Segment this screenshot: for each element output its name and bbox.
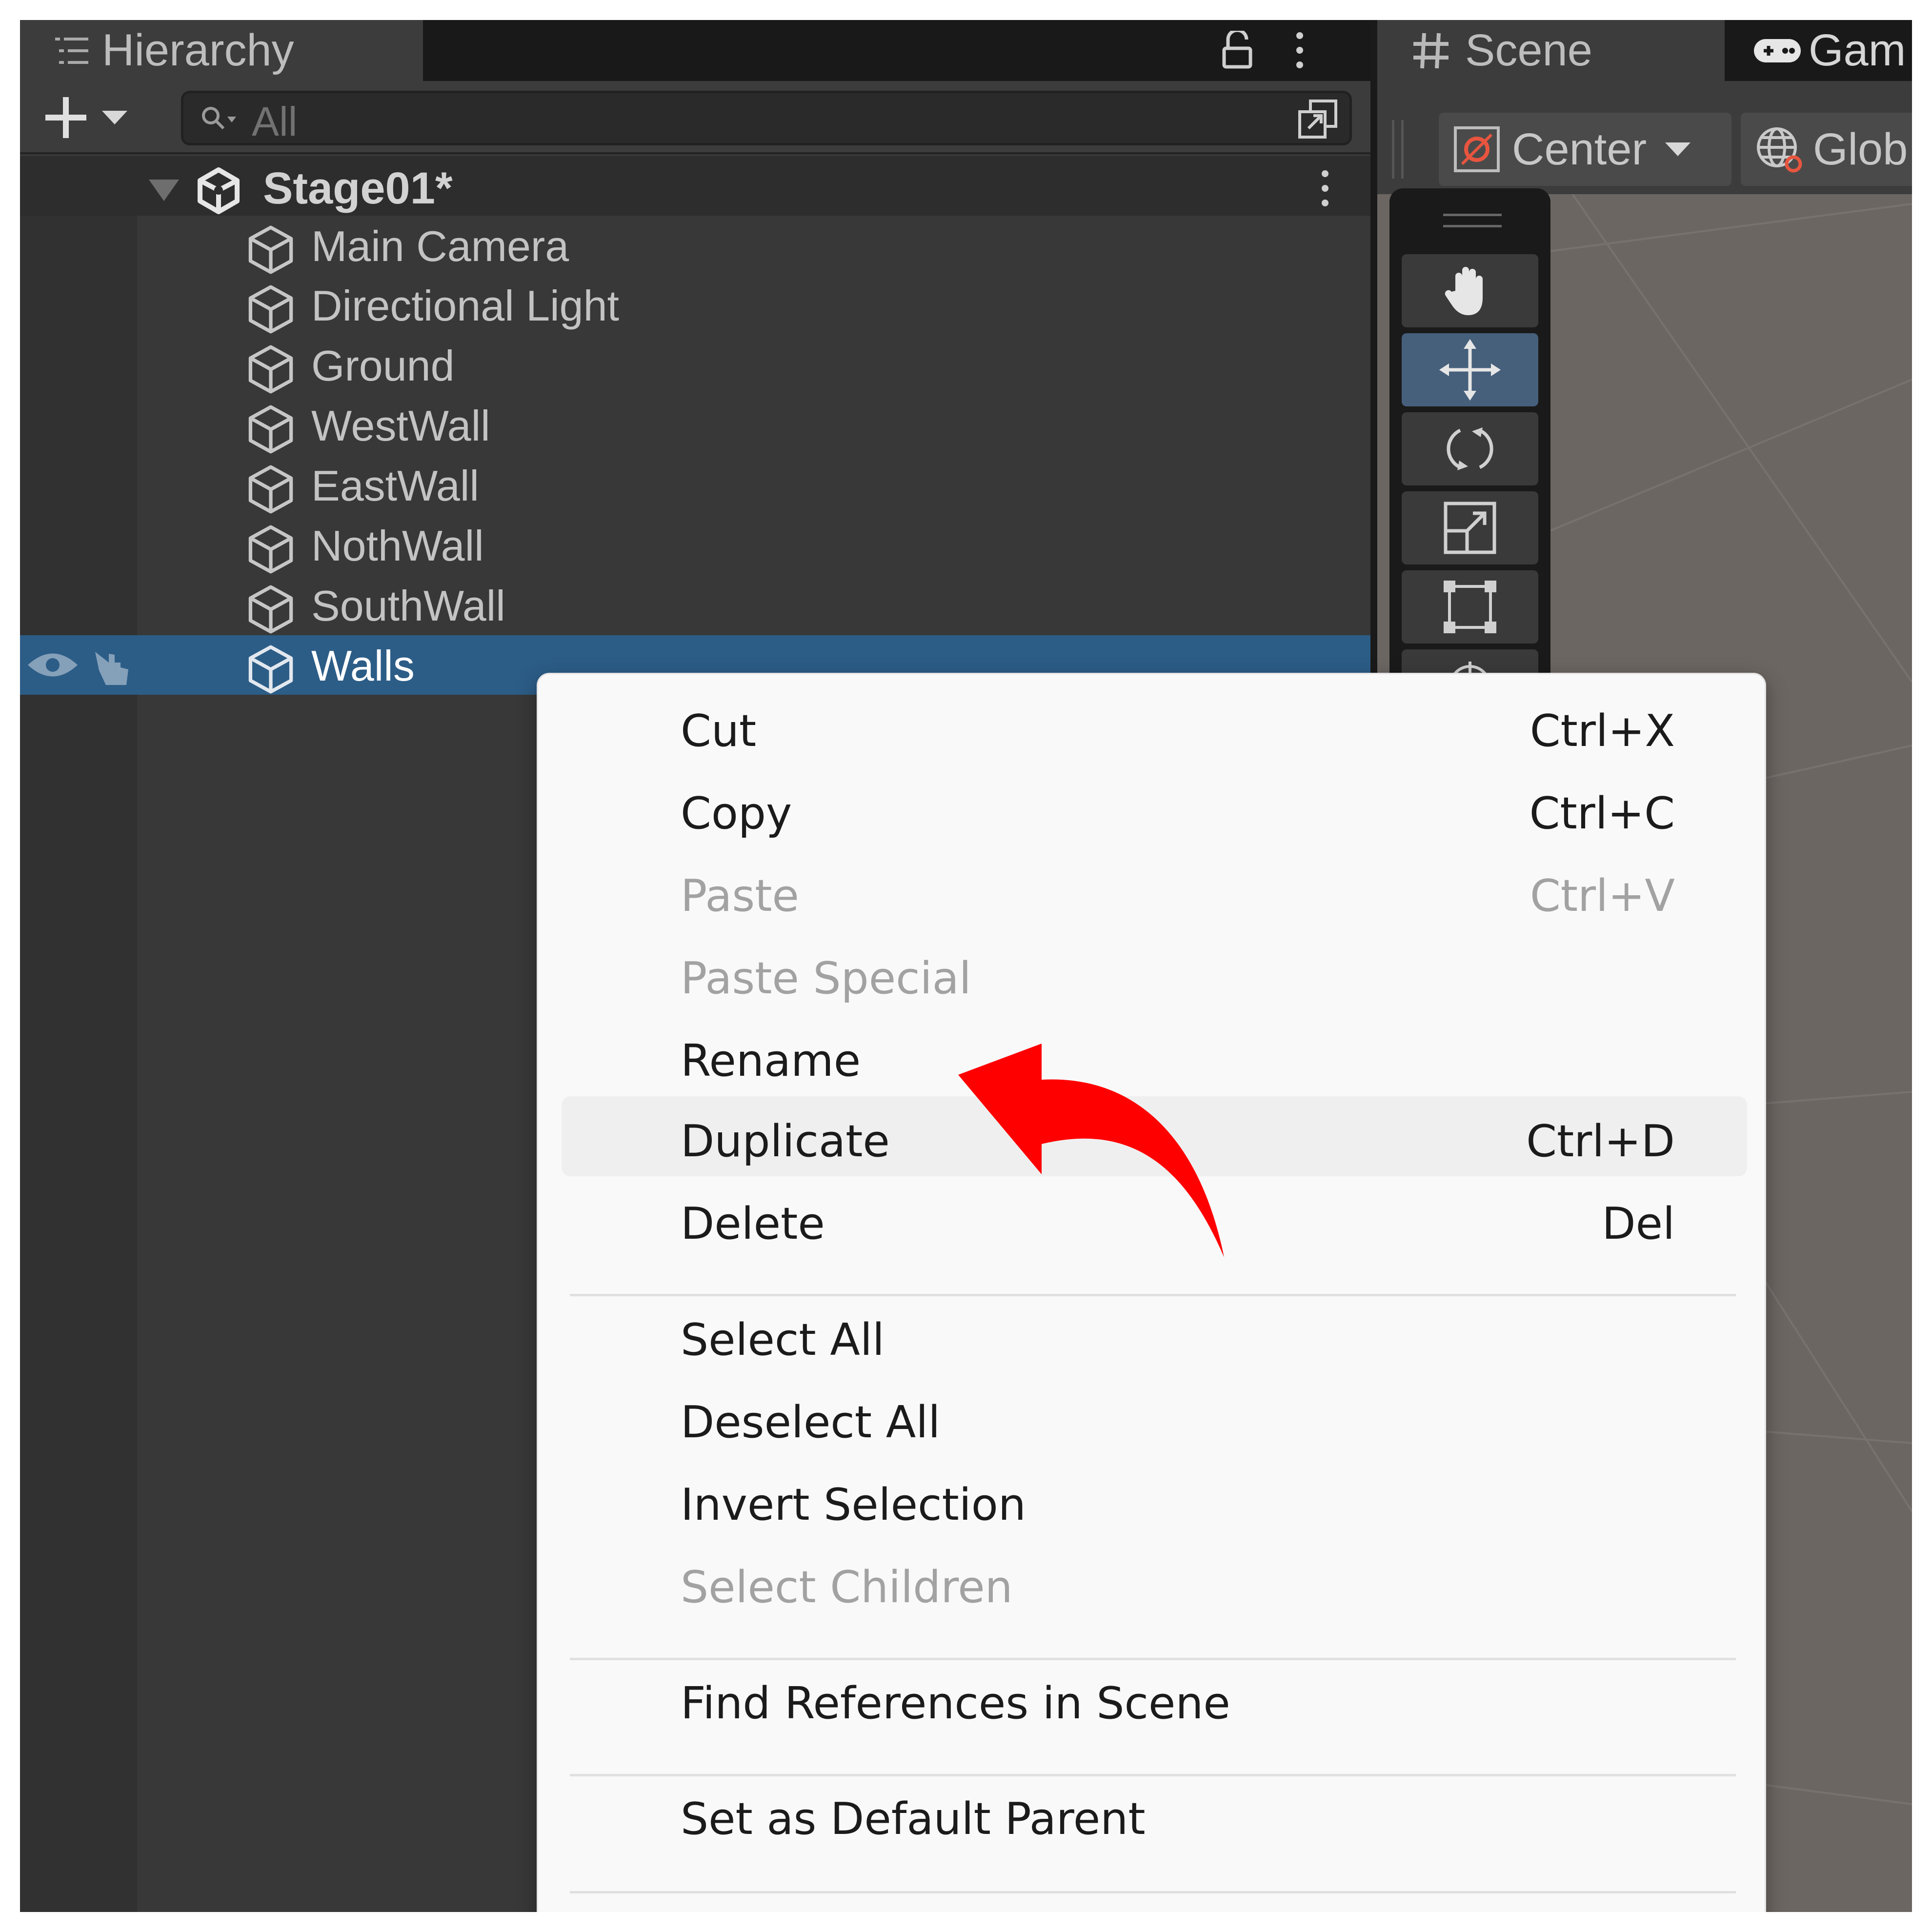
editor-screenshot: Hierarchy All Stage01* Main Camera Direc… [20,20,1912,1912]
annotation-arrow [958,1044,1224,1257]
